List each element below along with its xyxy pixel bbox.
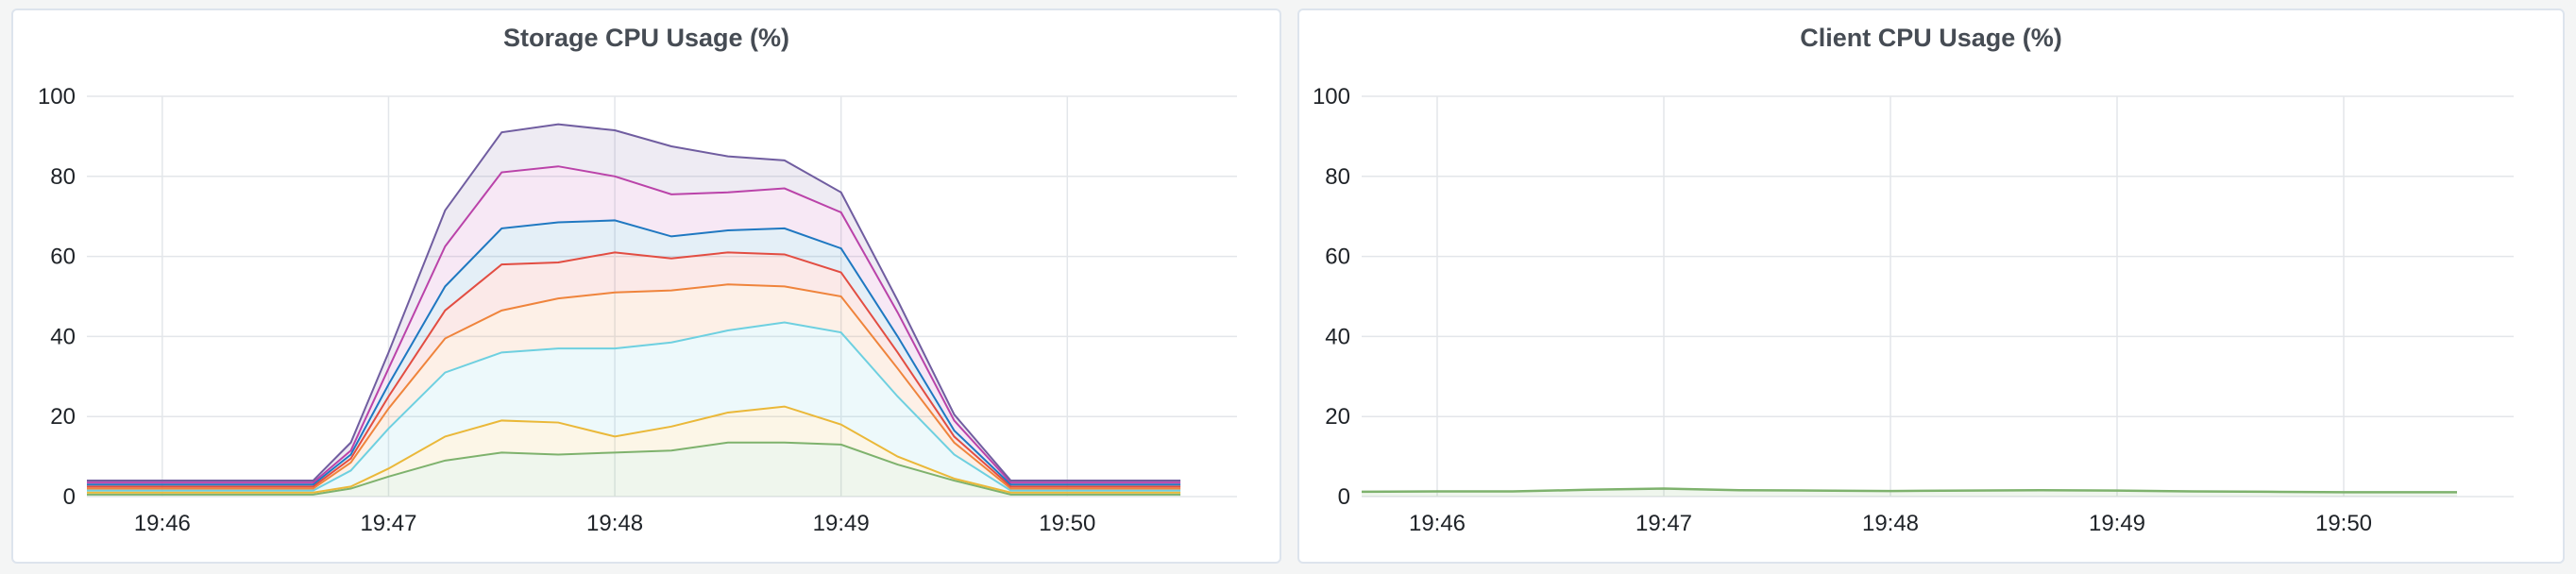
storage-cpu-chart: 0 20 40 60 80 100 19:46 19:47 19:48 19:49 19:50	[38, 84, 1237, 536]
series-1-line	[1361, 487, 2457, 494]
storage-cpu-panel: Storage CPU Usage (%) 0 20 40 60 80 100 19:46 1…	[11, 8, 1281, 564]
client-cpu-panel: Client CPU Usage (%) 0 20 40 60 80 100 19:46 19…	[1297, 8, 2565, 564]
x-tick-label: 19:49	[2089, 511, 2145, 536]
x-tick-label: 19:50	[1039, 511, 1095, 536]
x-tick-label: 19:46	[1409, 511, 1466, 536]
y-tick-label: 100	[1313, 84, 1350, 110]
y-tick-label: 0	[1338, 484, 1350, 510]
y-tick-label: 40	[1325, 324, 1350, 349]
y-tick-label: 20	[50, 404, 76, 430]
x-tick-label: 19:50	[2315, 511, 2372, 536]
y-tick-label: 80	[1325, 164, 1350, 190]
y-tick-label: 0	[63, 484, 76, 510]
x-tick-label: 19:47	[360, 511, 416, 536]
x-tick-label: 19:49	[813, 511, 870, 536]
x-tick-label: 19:48	[586, 511, 643, 536]
y-tick-label: 60	[1325, 245, 1350, 270]
y-tick-label: 80	[50, 164, 76, 190]
client-cpu-chart: 0 20 40 60 80 100 19:46 19:47 19:48 19:49 19:50	[1313, 84, 2514, 536]
x-tick-label: 19:46	[134, 511, 191, 536]
x-tick-label: 19:48	[1862, 511, 1919, 536]
x-tick-label: 19:47	[1635, 511, 1692, 536]
y-tick-label: 40	[50, 324, 76, 349]
y-tick-label: 60	[50, 245, 76, 270]
y-tick-label: 100	[38, 84, 76, 110]
y-tick-label: 20	[1325, 404, 1350, 430]
